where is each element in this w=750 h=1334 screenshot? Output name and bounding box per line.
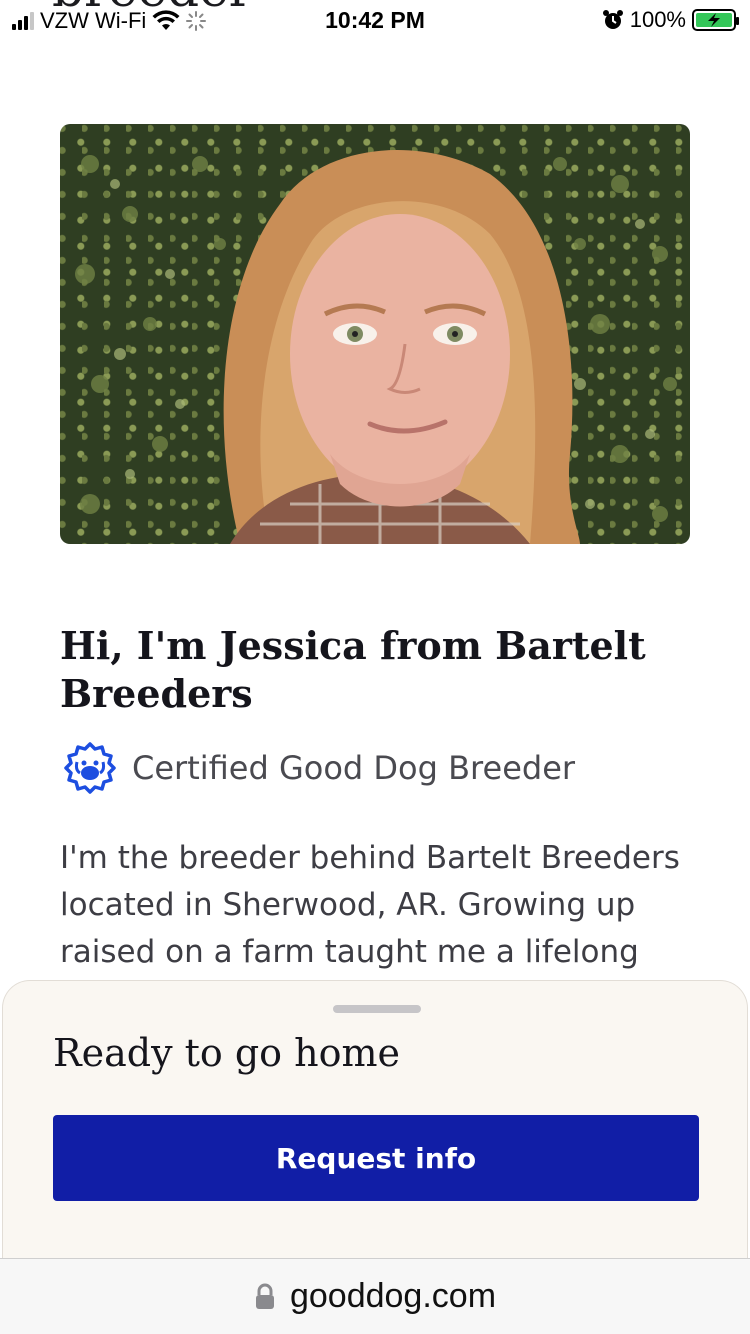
breeder-photo: [60, 124, 690, 544]
certified-breeder-row: Certified Good Dog Breeder: [62, 740, 575, 796]
clipped-page-title: breeder: [52, 0, 253, 42]
battery-percent: 100%: [629, 7, 686, 32]
request-info-button[interactable]: Request info: [53, 1115, 699, 1201]
certified-label: Certified Good Dog Breeder: [132, 749, 576, 787]
bottom-sheet: Ready to go home Request info: [2, 980, 748, 1280]
status-right: 100%: [602, 7, 739, 33]
browser-address-bar[interactable]: gooddog.com: [0, 1258, 750, 1334]
sheet-title: Ready to go home: [53, 1031, 401, 1075]
breeder-bio: I'm the breeder behind Bartelt Breeders …: [60, 840, 680, 970]
alarm-icon: [602, 10, 623, 29]
certified-badge-icon: [64, 742, 116, 794]
url-text: gooddog.com: [289, 1277, 497, 1315]
breeder-heading: Hi, I'm Jessica from Bartelt Breeders: [60, 623, 646, 716]
lock-icon: [255, 1283, 274, 1309]
battery-icon: [692, 9, 739, 31]
page: VZW Wi-Fi 10:42 PM 100% Hi, I'm Jessica …: [0, 0, 750, 1334]
sheet-drag-handle[interactable]: [333, 1005, 421, 1013]
